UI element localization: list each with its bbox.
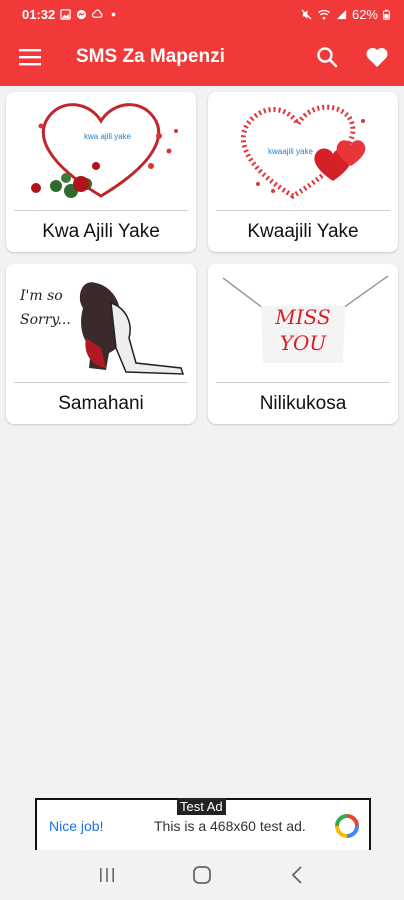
category-label: Samahani — [58, 392, 144, 414]
back-icon — [291, 866, 302, 884]
status-bar: 01:32 62% — [0, 0, 404, 28]
app-bar: SMS Za Mapenzi — [0, 28, 404, 86]
cloud-icon — [92, 9, 103, 18]
category-card-kwa-ajili-yake[interactable]: kwa ajili yake Kwa Ajili Yake — [6, 92, 196, 252]
category-card-nilikukosa[interactable]: MISS YOU Nilikukosa — [208, 264, 398, 424]
home-icon — [193, 866, 211, 884]
card-image: kwa ajili yake — [6, 92, 196, 210]
system-nav-bar — [0, 850, 404, 900]
app-title: SMS Za Mapenzi — [76, 46, 225, 67]
menu-icon — [19, 49, 41, 66]
card-image: kwaajili yake — [208, 92, 398, 210]
card-image-caption: kwa ajili yake — [84, 132, 132, 141]
category-label: Kwaajili Yake — [247, 220, 359, 242]
favorites-button[interactable] — [352, 28, 402, 86]
search-button[interactable] — [302, 28, 352, 86]
category-card-kwaajili-yake[interactable]: kwaajili yake Kwaajili Yake — [208, 92, 398, 252]
battery-percent: 62% — [351, 6, 378, 22]
category-grid: kwa ajili yake Kwa Ajili Yake kwaajili y… — [6, 92, 398, 424]
menu-button[interactable] — [0, 28, 60, 86]
battery-icon — [383, 9, 390, 20]
card-image-caption: I'm so Sorry... — [20, 288, 71, 328]
card-image: MISS YOU — [208, 264, 398, 382]
status-time: 01:32 — [22, 6, 56, 22]
ad-badge: Test Ad — [177, 798, 226, 815]
category-label: Kwa Ajili Yake — [42, 220, 160, 242]
home-button[interactable] — [182, 855, 222, 895]
dot-icon — [111, 12, 116, 16]
signal-icon — [336, 9, 347, 19]
search-icon — [317, 47, 338, 68]
ad-banner[interactable]: Test Ad Nice job! This is a 468x60 test … — [35, 798, 371, 850]
mute-icon — [301, 8, 312, 20]
category-card-samahani[interactable]: I'm so Sorry... Samahani — [6, 264, 196, 424]
card-image-caption: MISS YOU — [275, 305, 331, 355]
back-button[interactable] — [277, 855, 317, 895]
ad-choices-icon[interactable] — [335, 814, 359, 838]
ad-headline[interactable]: Nice job! — [49, 818, 103, 834]
messenger-icon — [77, 9, 87, 19]
heart-frame-illustration — [31, 103, 178, 198]
ad-body: This is a 468x60 test ad. — [154, 818, 306, 834]
card-image: I'm so Sorry... — [6, 264, 196, 382]
heart-icon — [366, 47, 388, 67]
gallery-icon — [60, 8, 71, 20]
category-label: Nilikukosa — [259, 392, 347, 414]
recents-icon — [100, 868, 115, 882]
wifi-icon — [318, 9, 330, 19]
card-image-caption: kwaajili yake — [268, 147, 313, 156]
recents-button[interactable] — [87, 855, 127, 895]
